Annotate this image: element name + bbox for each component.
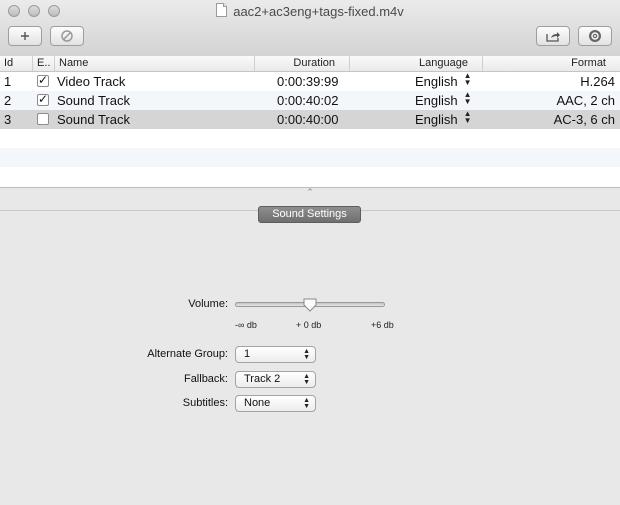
alternate-group-label: Alternate Group: [147, 348, 228, 360]
track-name: Sound Track [57, 93, 130, 108]
track-language-stepper[interactable]: English ▲ ▼ [415, 91, 472, 110]
track-table: Id E.. Name Duration Language Format 1 ✓… [0, 56, 620, 188]
fallback-label: Fallback: [183, 373, 228, 385]
plus-icon [21, 32, 29, 40]
window-title: aac2+ac3eng+tags-fixed.m4v [0, 3, 620, 19]
alternate-group-value: 1 [244, 348, 251, 360]
prohibited-icon [61, 30, 73, 42]
empty-row [0, 167, 620, 186]
table-row-selected[interactable]: 3 Sound Track 0:00:40:00 English ▲ ▼ AC-3,… [0, 110, 620, 129]
column-header-enabled[interactable]: E.. [33, 56, 55, 71]
volume-max-label: +6 db [371, 320, 394, 330]
remove-track-button[interactable] [50, 26, 84, 46]
subtitles-select[interactable]: None ▲ ▼ [235, 395, 316, 412]
up-down-arrows-icon: ▲ ▼ [463, 90, 472, 106]
popup-arrows-icon: ▲ ▼ [303, 397, 310, 410]
column-header-name[interactable]: Name [55, 56, 255, 71]
track-format: AC-3, 6 ch [553, 112, 615, 127]
track-enabled-checkbox[interactable] [37, 113, 49, 125]
subtitles-value: None [244, 397, 271, 409]
share-icon [546, 32, 560, 42]
up-down-arrows-icon: ▲ ▼ [463, 71, 472, 87]
popup-arrows-icon: ▲ ▼ [303, 348, 310, 361]
popup-arrows-icon: ▲ ▼ [303, 373, 310, 386]
track-format: AAC, 2 ch [556, 93, 615, 108]
track-language-stepper[interactable]: English ▲ ▼ [415, 110, 472, 129]
track-language-stepper[interactable]: English ▲ ▼ [415, 72, 472, 91]
track-enabled-checkbox[interactable]: ✓ [37, 74, 49, 87]
fallback-value: Track 2 [244, 373, 281, 385]
splitter-handle[interactable]: ⌃ [305, 187, 315, 198]
alternate-group-select[interactable]: 1 ▲ ▼ [235, 346, 316, 363]
subtitles-label: Subtitles: [182, 397, 228, 409]
empty-row [0, 129, 620, 148]
table-header: Id E.. Name Duration Language Format [0, 56, 620, 72]
track-language: English [415, 74, 458, 89]
track-language: English [415, 112, 458, 127]
track-id: 1 [4, 74, 12, 89]
window-titlebar: aac2+ac3eng+tags-fixed.m4v [0, 0, 620, 57]
track-duration: 0:00:40:02 [277, 93, 339, 108]
volume-slider-thumb[interactable] [303, 298, 317, 312]
empty-row [0, 148, 620, 167]
volume-label: Volume: [188, 298, 228, 310]
inspector-button[interactable] [578, 26, 612, 46]
track-id: 3 [4, 112, 12, 127]
track-duration: 0:00:39:99 [277, 74, 339, 89]
volume-min-label: -∞ db [235, 320, 257, 330]
table-row[interactable]: 1 ✓ Video Track 0:00:39:99 English ▲ ▼ H.2… [0, 72, 620, 91]
track-enabled-checkbox[interactable]: ✓ [37, 93, 49, 106]
column-header-duration[interactable]: Duration [255, 56, 350, 71]
track-language: English [415, 93, 458, 108]
track-id: 2 [4, 93, 12, 108]
volume-mid-label: + 0 db [296, 320, 322, 330]
document-icon [216, 3, 228, 17]
up-down-arrows-icon: ▲ ▼ [463, 109, 472, 125]
table-row[interactable]: 2 ✓ Sound Track 0:00:40:02 English ▲ ▼ AAC… [0, 91, 620, 110]
settings-header: Sound Settings [258, 206, 361, 223]
column-header-format[interactable]: Format [483, 56, 620, 71]
track-format: H.264 [580, 74, 615, 89]
track-name: Sound Track [57, 112, 130, 127]
track-duration: 0:00:40:00 [277, 112, 339, 127]
column-header-language[interactable]: Language [350, 56, 483, 71]
track-name: Video Track [57, 74, 126, 89]
inspector-icon [589, 30, 601, 42]
share-button[interactable] [536, 26, 570, 46]
column-header-id[interactable]: Id [0, 56, 33, 71]
add-track-button[interactable] [8, 26, 42, 46]
fallback-select[interactable]: Track 2 ▲ ▼ [235, 371, 316, 388]
